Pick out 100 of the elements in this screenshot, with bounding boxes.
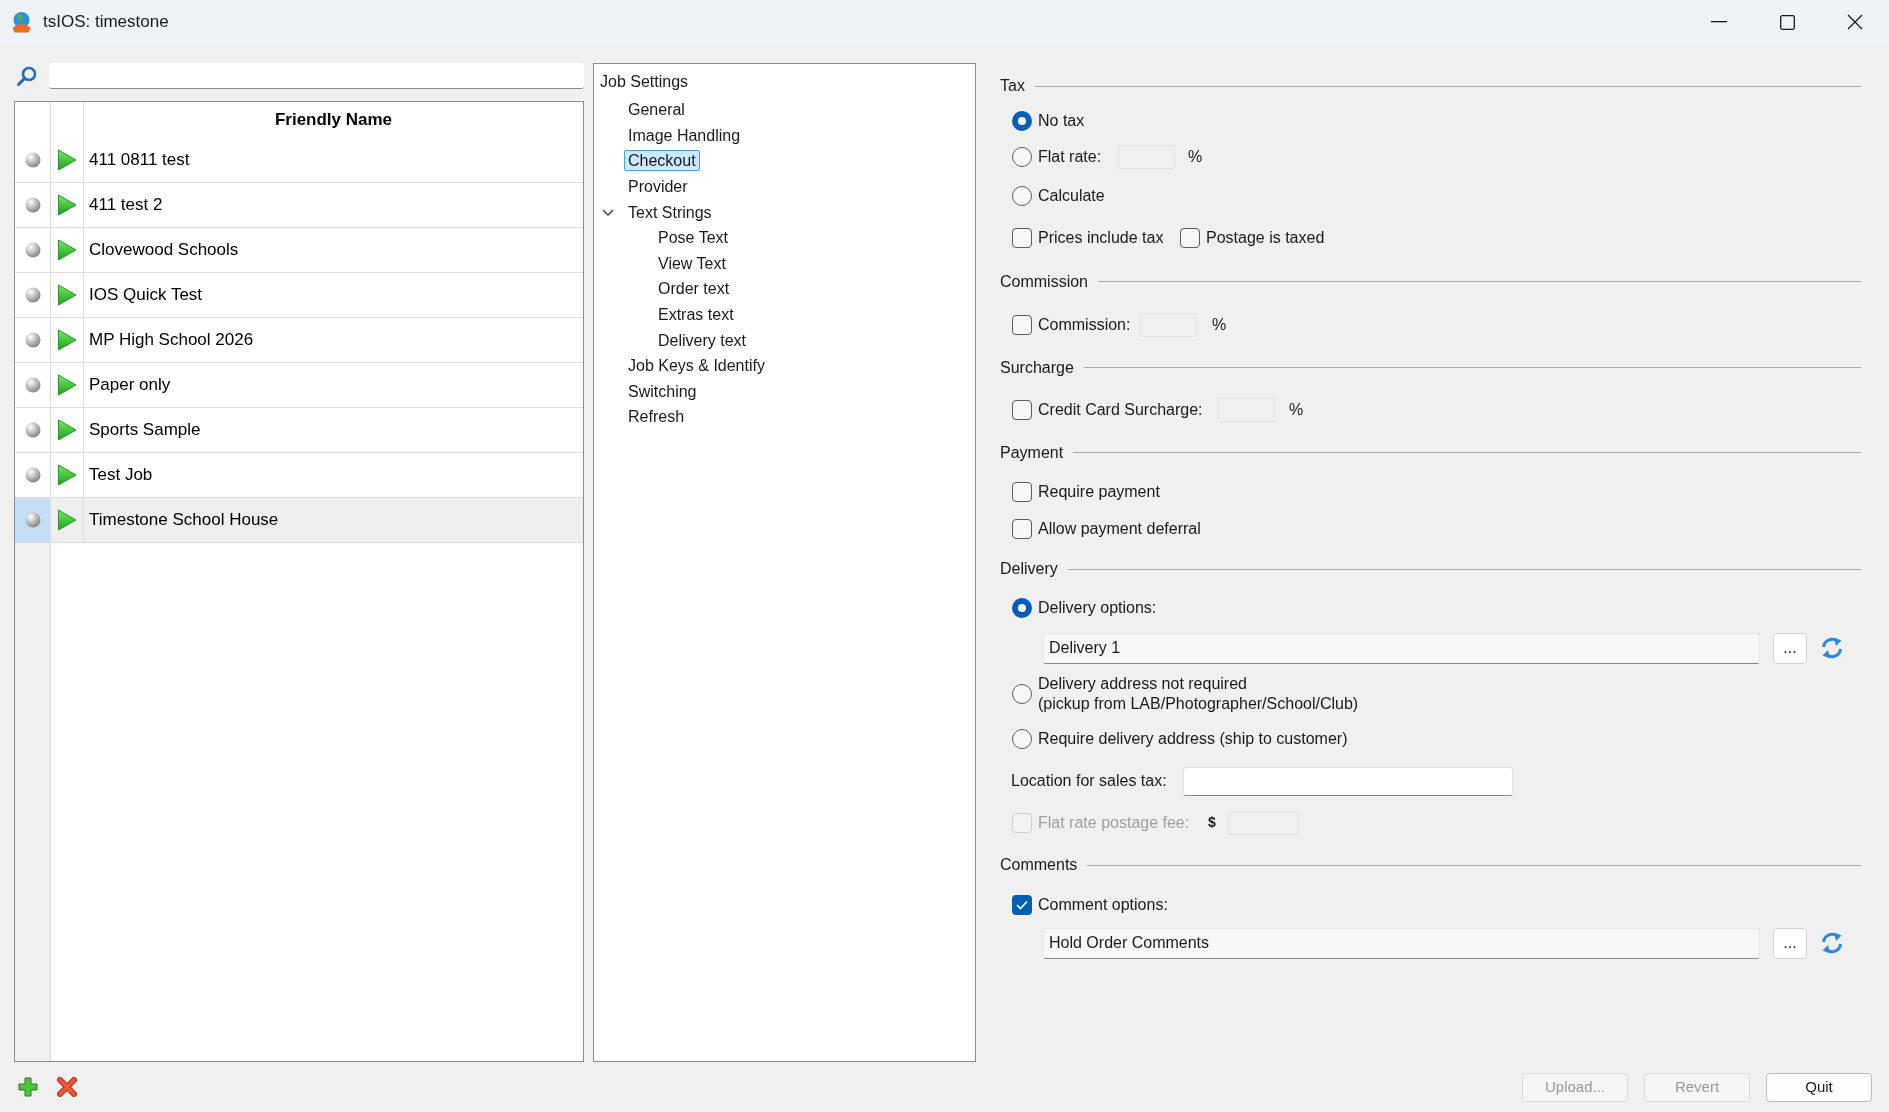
tree-item[interactable]: Checkout (624, 150, 700, 172)
status-dot-icon (24, 422, 41, 438)
status-dot-icon (24, 377, 41, 393)
checkbox[interactable] (1012, 314, 1032, 335)
status-dot-icon (24, 467, 41, 483)
section-heading: Commission (1000, 271, 1088, 292)
checkmark-icon (1016, 900, 1028, 910)
maximize-icon (1779, 14, 1795, 30)
input-field[interactable]: Delivery 1 (1043, 632, 1760, 664)
status-dot-icon (24, 287, 41, 303)
option-label: No tax (1038, 110, 1085, 131)
unit-label: % (1289, 400, 1304, 420)
dialog-button[interactable]: Quit (1766, 1072, 1872, 1102)
table-row[interactable]: 411 test 2 (15, 183, 583, 228)
option-label: Require payment (1038, 481, 1160, 502)
checkbox[interactable] (1012, 400, 1032, 420)
tree-item[interactable]: Refresh (624, 406, 689, 428)
radio-button[interactable] (1012, 185, 1032, 206)
radio-button[interactable] (1012, 147, 1032, 167)
add-icon[interactable] (18, 1077, 38, 1097)
checkbox[interactable] (1180, 227, 1200, 248)
table-cell-text: Timestone School House (89, 509, 279, 532)
table-cell-text: Test Job (89, 464, 153, 487)
tree-item[interactable]: Switching (624, 380, 701, 402)
section-heading: Surcharge (1000, 357, 1074, 378)
status-dot-icon (24, 197, 41, 213)
section-heading: Payment (1000, 442, 1064, 463)
tree-item[interactable]: Order text (654, 278, 734, 300)
refresh-icon[interactable] (1820, 636, 1844, 660)
section-heading: Tax (1000, 76, 1025, 96)
status-dot-icon (24, 332, 41, 348)
field-label: Location for sales tax: (1011, 771, 1167, 791)
delete-icon[interactable] (57, 1077, 77, 1097)
status-dot-icon (24, 512, 41, 528)
status-dot-icon (24, 242, 41, 258)
radio-button[interactable] (1012, 729, 1032, 749)
search-field[interactable] (49, 63, 584, 89)
search-icon[interactable] (16, 65, 38, 87)
table-cell-text: Paper only (89, 374, 171, 397)
section-heading: Comments (1000, 855, 1078, 875)
play-icon[interactable] (57, 239, 77, 261)
checkbox[interactable] (1012, 481, 1032, 502)
refresh-icon[interactable] (1820, 931, 1844, 955)
status-dot-icon (24, 152, 41, 168)
tree-item[interactable]: Image Handling (624, 124, 745, 146)
tree-item[interactable]: View Text (654, 252, 730, 274)
tree-item[interactable]: Text Strings (624, 201, 716, 223)
browse-button[interactable]: ... (1773, 632, 1807, 664)
currency-label: $ (1208, 813, 1216, 832)
table-cell-text: 411 0811 test (89, 149, 190, 172)
option-label: Comment options: (1038, 895, 1168, 915)
caret-icon[interactable] (602, 206, 614, 219)
table-cell-text: IOS Quick Test (89, 284, 203, 307)
option-label: Require delivery address (ship to customer) (1038, 729, 1348, 749)
radio-button[interactable] (1012, 597, 1032, 618)
radio-button[interactable] (1012, 110, 1032, 131)
play-icon[interactable] (57, 284, 77, 306)
checkbox[interactable] (1012, 519, 1032, 539)
option-label: Calculate (1038, 185, 1105, 206)
tree-item[interactable]: Job Keys & Identify (624, 355, 769, 377)
play-icon[interactable] (57, 149, 77, 171)
table-row[interactable]: MP High School 2026 (15, 318, 583, 363)
table-row[interactable]: 411 0811 test (15, 138, 583, 183)
checkbox[interactable] (1012, 895, 1032, 915)
play-icon[interactable] (57, 509, 77, 531)
table-row[interactable]: IOS Quick Test (15, 273, 583, 318)
close-icon (1847, 14, 1863, 30)
radio-button[interactable] (1012, 683, 1032, 704)
play-icon[interactable] (57, 464, 77, 486)
input-field[interactable] (1183, 766, 1513, 796)
checkbox[interactable] (1012, 227, 1032, 248)
tree-item[interactable]: Provider (624, 176, 692, 198)
tree-item[interactable]: Job Settings (596, 70, 693, 92)
tree-item[interactable]: General (624, 99, 689, 121)
option-label: Delivery address not required (pickup from LAB/Photographer/School/Club) (1038, 673, 1359, 714)
column-header[interactable]: Friendly Name (274, 107, 393, 133)
table-row[interactable]: Clovewood Schools (15, 228, 583, 273)
input-field[interactable]: Hold Order Comments (1043, 927, 1760, 959)
tree-item[interactable]: Delivery text (654, 329, 751, 351)
tree-item[interactable]: Extras text (654, 304, 738, 326)
globe-icon (11, 11, 32, 33)
table-row[interactable]: Paper only (15, 363, 583, 408)
table-cell-text: Clovewood Schools (89, 239, 239, 262)
option-label: Flat rate: (1038, 147, 1102, 167)
table-cell-text: 411 test 2 (89, 194, 163, 217)
option-label: Prices include tax (1038, 227, 1164, 248)
tree-item[interactable]: Pose Text (654, 227, 732, 249)
table-row[interactable]: Sports Sample (15, 408, 583, 453)
play-icon[interactable] (57, 194, 77, 216)
section-heading: Delivery (1000, 559, 1058, 579)
table-cell-text: MP High School 2026 (89, 329, 254, 352)
table-row[interactable]: Timestone School House (15, 498, 583, 543)
option-label: Delivery options: (1038, 597, 1157, 618)
play-icon[interactable] (57, 329, 77, 351)
play-icon[interactable] (57, 419, 77, 441)
browse-button[interactable]: ... (1773, 927, 1807, 959)
table-cell-text: Sports Sample (89, 419, 201, 442)
play-icon[interactable] (57, 374, 77, 396)
table-row[interactable]: Test Job (15, 453, 583, 498)
unit-label: % (1212, 314, 1227, 335)
